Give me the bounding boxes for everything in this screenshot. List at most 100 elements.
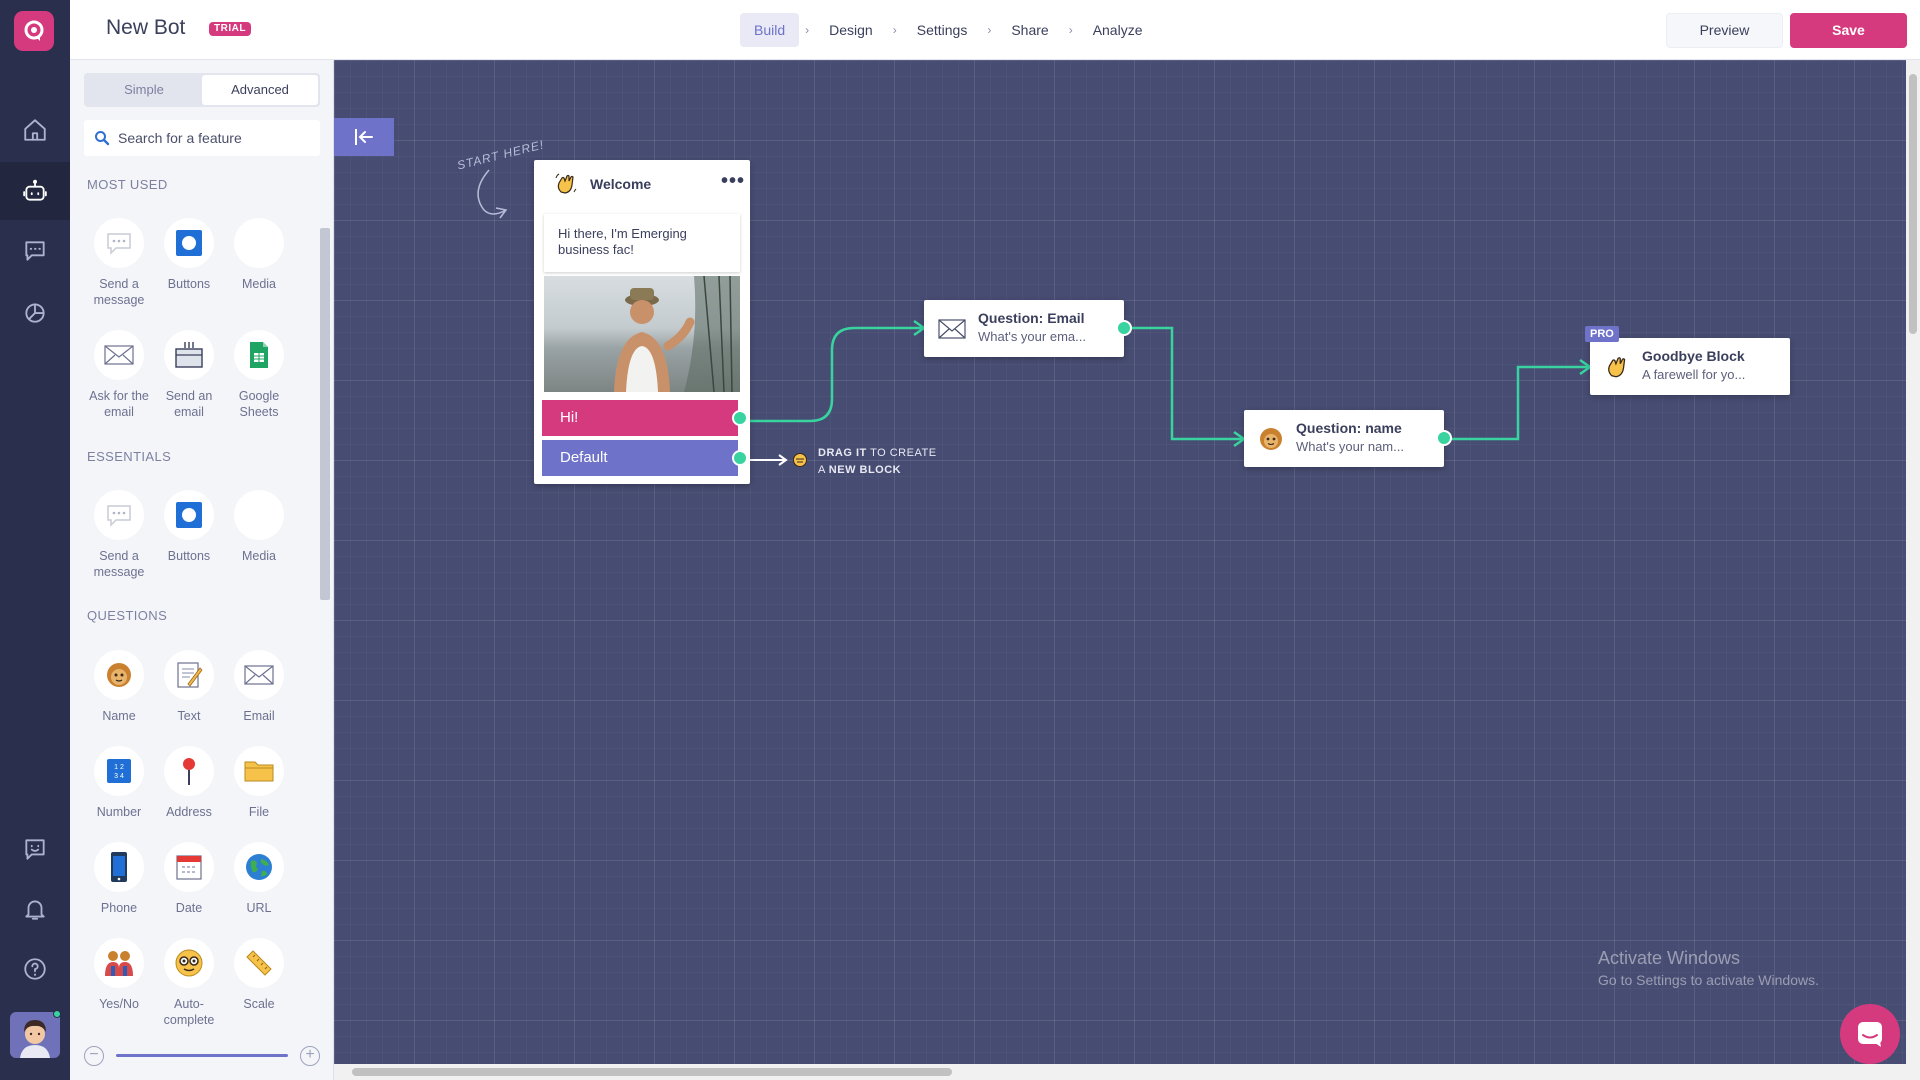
feature-date[interactable]: Date bbox=[154, 842, 224, 916]
step-analyze[interactable]: Analyze bbox=[1079, 13, 1157, 47]
bell-icon[interactable] bbox=[0, 880, 70, 938]
trial-badge: TRIAL bbox=[209, 22, 251, 36]
feature-name[interactable]: Name bbox=[84, 650, 154, 724]
welcome-block[interactable]: Welcome ••• Hi there, I'm Emerging busin… bbox=[534, 160, 750, 484]
step-share[interactable]: Share bbox=[997, 13, 1062, 47]
feature-buttons[interactable]: Buttons bbox=[154, 218, 224, 292]
feature-buttons[interactable]: Buttons bbox=[154, 490, 224, 564]
user-avatar[interactable] bbox=[10, 1012, 60, 1058]
wave-hand-icon bbox=[1608, 357, 1626, 378]
feedback-icon[interactable] bbox=[0, 820, 70, 878]
outbox-icon bbox=[175, 342, 203, 368]
feature-scale[interactable]: Scale bbox=[224, 938, 294, 1012]
question-email-block[interactable]: Question: Email What's your ema... bbox=[924, 300, 1132, 357]
search-input[interactable] bbox=[118, 130, 308, 146]
tab-simple[interactable]: Simple bbox=[86, 75, 202, 105]
wave-hand-icon bbox=[555, 173, 577, 194]
feature-media[interactable]: Media bbox=[224, 218, 294, 292]
button-icon bbox=[176, 230, 202, 256]
conversations-icon[interactable] bbox=[0, 222, 70, 280]
tab-advanced[interactable]: Advanced bbox=[202, 75, 318, 105]
step-build[interactable]: Build bbox=[740, 13, 800, 47]
feature-url[interactable]: URL bbox=[224, 842, 294, 916]
feature-text[interactable]: Text bbox=[154, 650, 224, 724]
feature-label: Media bbox=[241, 277, 277, 291]
feature-panel: Simple Advanced MOST USED Send a message… bbox=[70, 60, 334, 1080]
glasses-face-icon bbox=[175, 949, 203, 977]
preview-button[interactable]: Preview bbox=[1666, 13, 1783, 48]
feature-label: Phone bbox=[100, 901, 138, 915]
feature-file[interactable]: File bbox=[224, 746, 294, 820]
search-icon bbox=[95, 131, 110, 146]
feature-auto-complete[interactable]: Auto-complete bbox=[154, 938, 224, 1028]
support-chat-button[interactable] bbox=[1840, 1004, 1900, 1064]
feature-label: URL bbox=[246, 901, 272, 915]
feature-send-message[interactable]: Send a message bbox=[84, 490, 154, 580]
feature-label: Buttons bbox=[167, 549, 211, 563]
block-title: Question: Email bbox=[978, 310, 1085, 326]
globe-icon bbox=[246, 854, 272, 880]
connector-port[interactable] bbox=[732, 410, 748, 426]
windows-watermark-subtitle: Go to Settings to activate Windows. bbox=[1598, 972, 1819, 988]
step-design[interactable]: Design bbox=[815, 13, 887, 47]
face-icon bbox=[1260, 428, 1282, 450]
option-default-button[interactable]: Default bbox=[542, 440, 738, 476]
goodbye-block[interactable]: Goodbye Block A farewell for yo... bbox=[1590, 338, 1790, 395]
zoom-out-icon[interactable]: − bbox=[84, 1046, 104, 1066]
feature-phone[interactable]: Phone bbox=[84, 842, 154, 916]
horizontal-scroll-thumb[interactable] bbox=[352, 1068, 952, 1076]
drag-hint: DRAG IT TO CREATE A NEW BLOCK bbox=[818, 447, 937, 476]
envelope-icon bbox=[104, 345, 134, 365]
left-rail bbox=[0, 0, 70, 1080]
feature-address[interactable]: Address bbox=[154, 746, 224, 820]
horizontal-scrollbar[interactable] bbox=[334, 1064, 1920, 1080]
save-button[interactable]: Save bbox=[1790, 13, 1907, 48]
memo-icon bbox=[177, 662, 203, 688]
question-name-block[interactable]: Question: name What's your nam... bbox=[1244, 410, 1452, 467]
speech-bubble-icon bbox=[107, 505, 131, 527]
feature-ask-email[interactable]: Ask for the email bbox=[84, 330, 154, 420]
top-bar: New Bot TRIAL Build › Design › Settings … bbox=[70, 0, 1920, 60]
vertical-scrollbar[interactable] bbox=[1906, 60, 1920, 1064]
block-subtitle: What's your ema... bbox=[978, 329, 1086, 344]
flow-canvas[interactable]: START HERE! Welcome ••• Hi there, I'm Em… bbox=[334, 60, 1906, 1064]
step-settings[interactable]: Settings bbox=[903, 13, 982, 47]
feature-yes-no[interactable]: Yes/No bbox=[84, 938, 154, 1012]
more-options-icon[interactable]: ••• bbox=[721, 170, 745, 193]
people-icon bbox=[105, 951, 133, 976]
home-icon[interactable] bbox=[0, 101, 70, 159]
calendar-icon bbox=[176, 855, 202, 880]
phone-icon bbox=[111, 852, 127, 882]
section-title-essentials: ESSENTIALS bbox=[87, 449, 172, 464]
feature-label: File bbox=[248, 805, 270, 819]
envelope-icon bbox=[938, 319, 966, 339]
feature-send-email[interactable]: Send an email bbox=[154, 330, 224, 420]
section-title-most-used: MOST USED bbox=[87, 177, 168, 192]
connector-port[interactable] bbox=[1116, 320, 1132, 336]
zoom-in-icon[interactable]: + bbox=[300, 1046, 320, 1066]
logo-icon[interactable] bbox=[14, 11, 54, 51]
welcome-title: Welcome bbox=[590, 176, 652, 192]
panel-scrollbar[interactable] bbox=[320, 228, 330, 600]
zoom-slider[interactable] bbox=[116, 1054, 288, 1057]
button-icon bbox=[176, 502, 202, 528]
chevron-right-icon: › bbox=[892, 23, 897, 37]
bot-icon[interactable] bbox=[0, 162, 70, 220]
option-hi-button[interactable]: Hi! bbox=[542, 400, 738, 436]
bot-title[interactable]: New Bot bbox=[106, 16, 185, 40]
block-title: Goodbye Block bbox=[1642, 348, 1745, 364]
collapse-panel-button[interactable] bbox=[334, 118, 394, 156]
feature-label: Media bbox=[241, 549, 277, 563]
feature-label: Number bbox=[96, 805, 142, 819]
feature-email[interactable]: Email bbox=[224, 650, 294, 724]
feature-google-sheets[interactable]: Google Sheets bbox=[224, 330, 294, 420]
vertical-scroll-thumb[interactable] bbox=[1909, 74, 1917, 334]
feature-send-message[interactable]: Send a message bbox=[84, 218, 154, 308]
feature-label: Send an email bbox=[165, 389, 213, 419]
help-icon[interactable] bbox=[0, 940, 70, 998]
connector-port[interactable] bbox=[1436, 430, 1452, 446]
analytics-icon[interactable] bbox=[0, 283, 70, 341]
connector-port[interactable] bbox=[732, 450, 748, 466]
feature-media[interactable]: Media bbox=[224, 490, 294, 564]
feature-number[interactable]: 1 23 4 Number bbox=[84, 746, 154, 820]
